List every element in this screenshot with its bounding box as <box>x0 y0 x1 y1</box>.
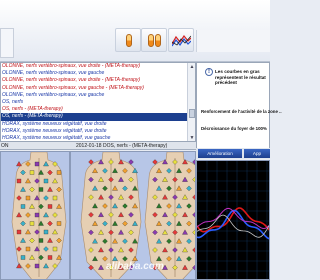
diagnosis-list[interactable]: OLONNE, nerfs vertébro-spinaux, vue droi… <box>0 62 196 142</box>
info-icon: ! <box>205 68 213 76</box>
info-line-2: Décroissance du foyer de 100% <box>201 126 267 131</box>
capsule-icon <box>126 34 132 47</box>
chart-grid <box>197 161 269 279</box>
body-point-marker[interactable] <box>16 161 22 167</box>
body-point-marker[interactable] <box>47 255 53 260</box>
list-item[interactable]: OLONNE, nerfs vertébro-spinaux, vue gauc… <box>1 92 195 99</box>
amelioration-button[interactable]: Amélioration <box>198 149 242 158</box>
body-point-marker[interactable] <box>34 161 40 167</box>
scroll-thumb[interactable] <box>189 109 195 118</box>
body-figure-left <box>11 152 67 279</box>
list-item[interactable]: OLONNE, nerfs vertébro-spinaux, vue gauc… <box>1 70 195 77</box>
list-scrollbar[interactable]: ▲ ▼ <box>187 63 195 141</box>
toolbar-left-panel <box>0 28 14 58</box>
spectrum-chart <box>196 160 270 280</box>
info-warning: Les courbes en gras représentent le résu… <box>215 69 266 86</box>
body-point-marker[interactable] <box>29 221 35 226</box>
body-point-marker[interactable] <box>43 229 49 235</box>
list-item[interactable]: OLONNE, nerfs vertébro-spinaux, vue gauc… <box>1 85 195 92</box>
scroll-up-icon[interactable]: ▲ <box>189 64 195 70</box>
body-point-marker[interactable] <box>16 178 22 184</box>
info-button-row: Amélioration App <box>196 148 270 159</box>
body-point-marker[interactable] <box>34 212 40 218</box>
list-item[interactable]: HORAX, système neuveux végétatif, vue dr… <box>1 128 195 135</box>
info-panel: ! Les courbes en gras représentent le ré… <box>196 62 282 150</box>
body-point-marker[interactable] <box>52 246 58 252</box>
status-left: ON <box>1 143 9 149</box>
list-item[interactable]: OS, nerfs <box>1 99 195 106</box>
watermark: alibaba.com <box>106 261 164 272</box>
list-item[interactable]: OS, nerfs - (META-therapy) <box>1 113 195 121</box>
body-point-marker[interactable] <box>56 170 62 175</box>
curves-button[interactable] <box>168 28 194 52</box>
spectrum-chart-svg <box>197 161 269 279</box>
list-item[interactable]: HORAX, système neuveux végétatif, vue dr… <box>1 121 195 128</box>
body-point-marker[interactable] <box>56 221 62 226</box>
toolbar-right-area <box>196 30 270 52</box>
body-point-marker[interactable] <box>47 204 53 209</box>
status-strip: ON 2012-01-18 DOS, nerfs - (META-therapy… <box>0 142 196 150</box>
capsule-button[interactable] <box>115 28 141 52</box>
scroll-down-icon[interactable]: ▼ <box>189 135 195 141</box>
body-point-marker[interactable] <box>29 170 35 175</box>
list-item[interactable]: OLONNE, nerfs vertébro-spinaux, vue droi… <box>1 77 195 84</box>
capsule-icon <box>148 34 154 47</box>
body-point-marker[interactable] <box>52 195 58 201</box>
second-button[interactable]: App <box>244 149 270 158</box>
capsule-icon <box>155 34 161 47</box>
list-item[interactable]: HORAX, système neuveux végétatif, vue ga… <box>1 135 195 141</box>
double-capsule-button[interactable] <box>141 28 167 52</box>
body-point-marker[interactable] <box>16 229 22 235</box>
body-point-marker[interactable] <box>38 187 44 192</box>
body-point-marker[interactable] <box>34 263 40 269</box>
toolbar <box>0 0 270 62</box>
body-point-marker[interactable] <box>25 195 31 201</box>
body-point-marker[interactable] <box>43 178 49 184</box>
body-point-marker[interactable] <box>20 255 26 260</box>
info-line-1: Renforcement de l'activité de la zone .. <box>201 109 282 114</box>
list-item[interactable]: OLONNE, nerfs vertébro-spinaux, vue droi… <box>1 63 195 70</box>
chart-curve-blue <box>197 209 269 240</box>
status-right: 2012-01-18 DOS, nerfs - (META-therapy) <box>76 143 168 149</box>
curves-icon <box>172 34 191 47</box>
body-point-marker[interactable] <box>20 204 26 209</box>
body-map-left[interactable] <box>0 151 70 280</box>
list-item[interactable]: OS, nerfs - (META-therapy) <box>1 106 195 113</box>
body-point-marker[interactable] <box>38 238 44 243</box>
body-point-marker[interactable] <box>25 246 31 252</box>
